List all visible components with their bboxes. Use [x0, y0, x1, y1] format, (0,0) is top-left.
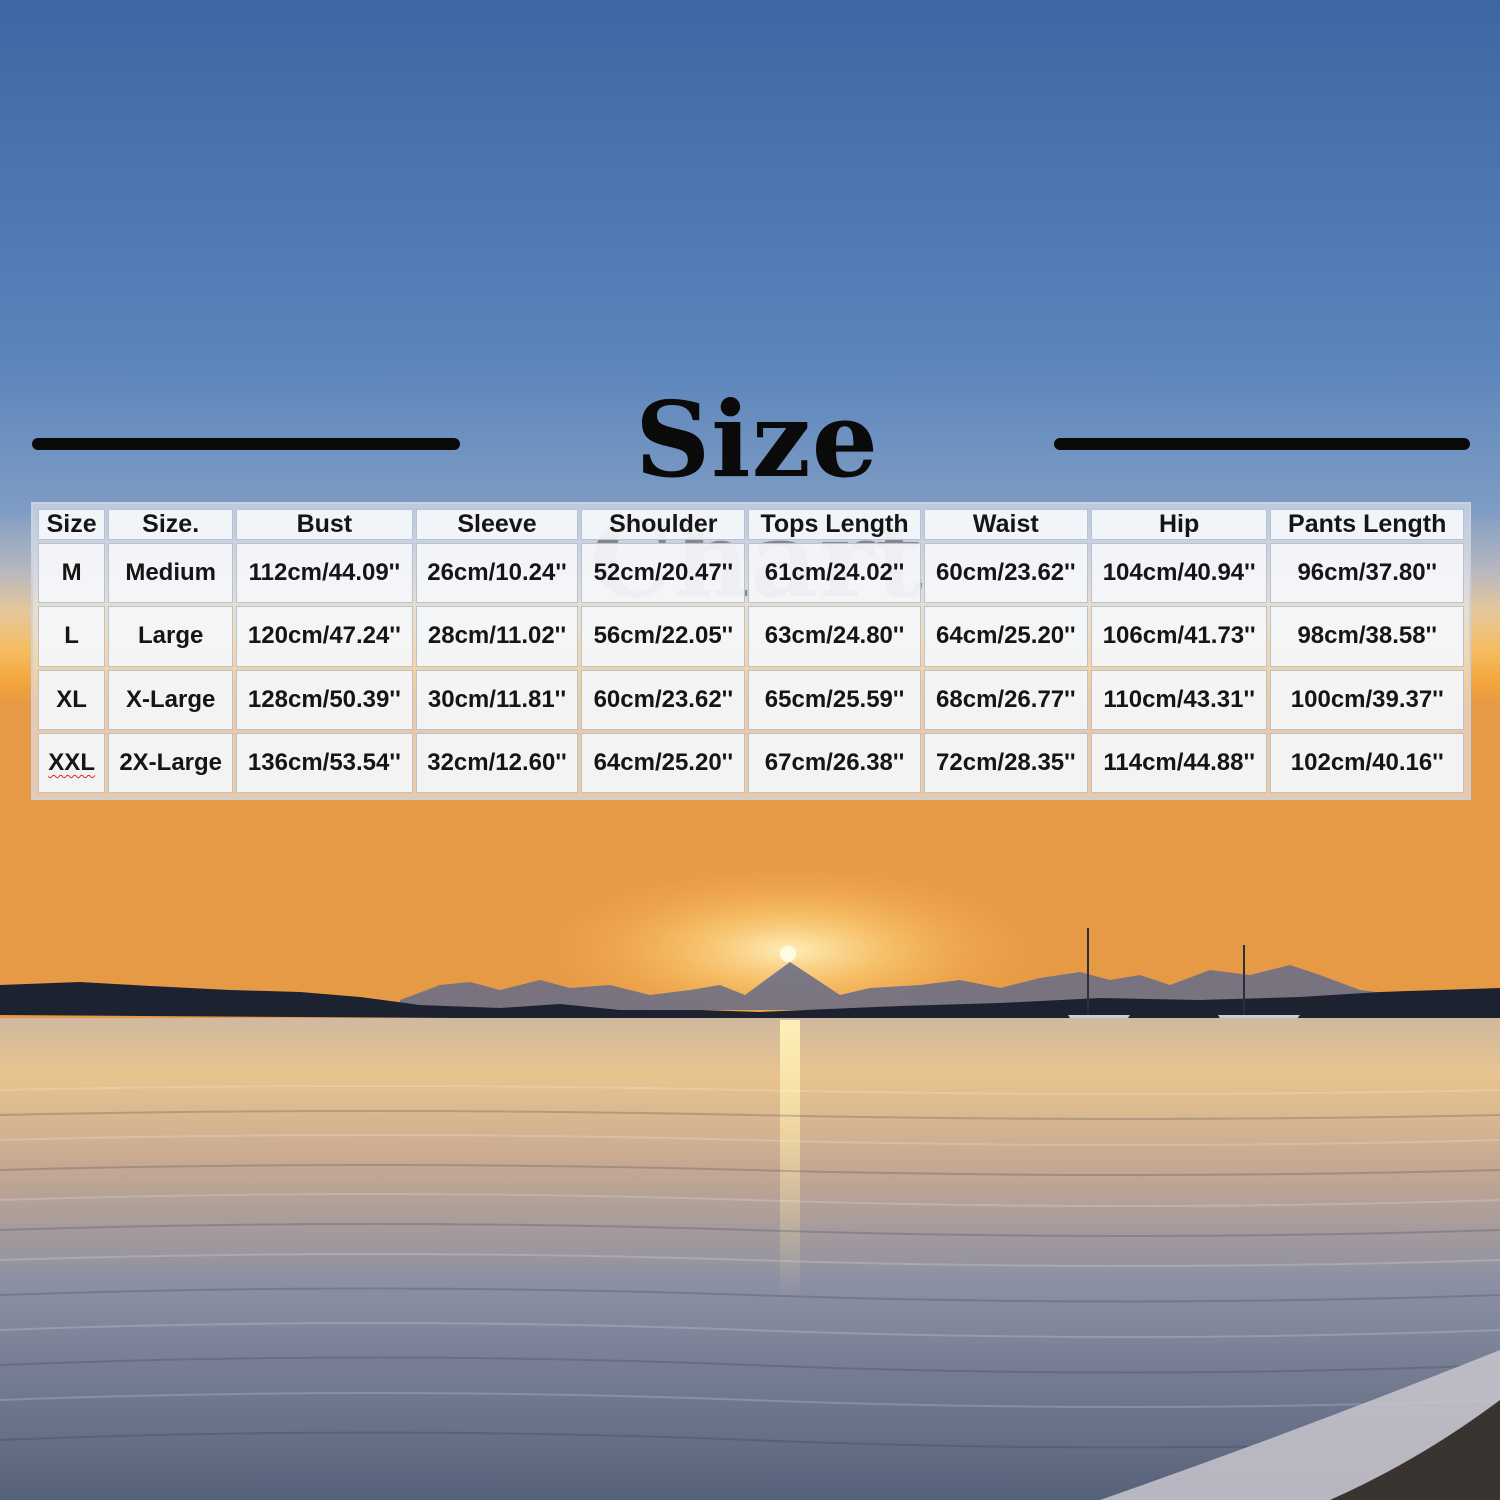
title-divider-left	[32, 438, 460, 450]
table-cell: 68cm/26.77''	[923, 669, 1088, 730]
table-cell: 30cm/11.81''	[415, 669, 579, 730]
table-cell: 2X-Large	[108, 732, 234, 793]
column-header: Size	[38, 509, 106, 540]
column-header: Waist	[923, 509, 1088, 540]
size-chart-table: Size Size. Bust Sleeve Shoulder Tops Length Wa…	[35, 506, 1467, 796]
table-cell: 52cm/20.47''	[581, 543, 746, 604]
table-header-row: Size Size. Bust Sleeve Shoulder Tops Length Wa…	[38, 509, 1464, 540]
table-row: XXL 2X-Large 136cm/53.54'' 32cm/12.60'' 64cm…	[38, 732, 1464, 793]
table-cell: 106cm/41.73''	[1090, 606, 1268, 667]
table-cell: 64cm/25.20''	[923, 606, 1088, 667]
size-chart-table-container: Size Size. Bust Sleeve Shoulder Tops Length Wa…	[31, 502, 1471, 800]
table-cell: 32cm/12.60''	[415, 732, 579, 793]
table-cell: 60cm/23.62''	[581, 669, 746, 730]
table-cell: 128cm/50.39''	[236, 669, 413, 730]
table-cell: 61cm/24.02''	[748, 543, 921, 604]
table-cell: X-Large	[108, 669, 234, 730]
column-header: Pants Length	[1270, 509, 1464, 540]
column-header: Hip	[1090, 509, 1268, 540]
table-cell: 110cm/43.31''	[1090, 669, 1268, 730]
table-row: M Medium 112cm/44.09'' 26cm/10.24'' 52cm/20.…	[38, 543, 1464, 604]
table-cell: 28cm/11.02''	[415, 606, 579, 667]
table-cell: 65cm/25.59''	[748, 669, 921, 730]
table-cell: 136cm/53.54''	[236, 732, 413, 793]
table-cell: 67cm/26.38''	[748, 732, 921, 793]
table-cell: L	[38, 606, 106, 667]
table-cell: XXL	[38, 732, 106, 793]
table-cell: 26cm/10.24''	[415, 543, 579, 604]
table-cell: XL	[38, 669, 106, 730]
table-cell: 96cm/37.80''	[1270, 543, 1464, 604]
table-cell: 72cm/28.35''	[923, 732, 1088, 793]
table-cell: 98cm/38.58''	[1270, 606, 1464, 667]
table-cell: 64cm/25.20''	[581, 732, 746, 793]
table-cell: 60cm/23.62''	[923, 543, 1088, 604]
table-cell: 120cm/47.24''	[236, 606, 413, 667]
column-header: Size.	[108, 509, 234, 540]
table-cell: 100cm/39.37''	[1270, 669, 1464, 730]
title-divider-right	[1054, 438, 1470, 450]
table-cell: M	[38, 543, 106, 604]
column-header: Shoulder	[581, 509, 746, 540]
column-header: Sleeve	[415, 509, 579, 540]
column-header: Tops Length	[748, 509, 921, 540]
table-cell: 114cm/44.88''	[1090, 732, 1268, 793]
table-cell: Medium	[108, 543, 234, 604]
table-row: XL X-Large 128cm/50.39'' 30cm/11.81'' 60cm/2…	[38, 669, 1464, 730]
size-code-label: XXL	[48, 748, 95, 776]
table-cell: Large	[108, 606, 234, 667]
table-row: L Large 120cm/47.24'' 28cm/11.02'' 56cm/22.0…	[38, 606, 1464, 667]
title-banner: Size Chart	[0, 378, 1500, 620]
column-header: Bust	[236, 509, 413, 540]
table-cell: 63cm/24.80''	[748, 606, 921, 667]
table-cell: 104cm/40.94''	[1090, 543, 1268, 604]
table-cell: 112cm/44.09''	[236, 543, 413, 604]
page-title: Size Chart	[590, 378, 923, 620]
table-cell: 102cm/40.16''	[1270, 732, 1464, 793]
table-cell: 56cm/22.05''	[581, 606, 746, 667]
